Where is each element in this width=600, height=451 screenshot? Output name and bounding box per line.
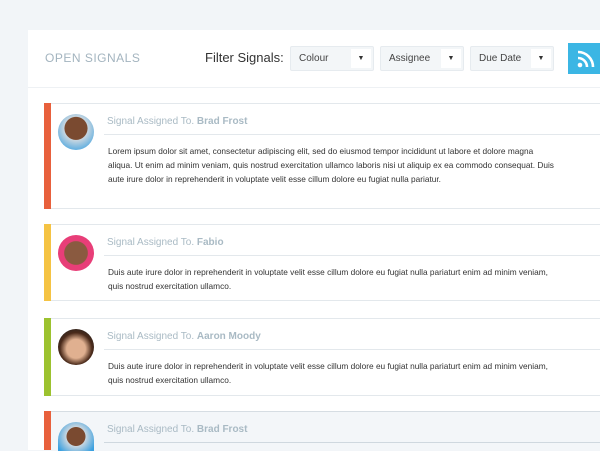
signal-title: Signal Assigned To. Aaron Moody: [107, 331, 261, 342]
avatar: [58, 114, 94, 150]
signal-body: Duis aute irure dolor in reprehenderit i…: [108, 361, 548, 385]
divider: [104, 134, 600, 135]
signal-title: Signal Assigned To. Brad Frost: [107, 424, 248, 435]
header: OPEN SIGNALS Filter Signals: Colour ▼ Ass…: [28, 30, 600, 88]
signal-card[interactable]: Signal Assigned To. Brad Frost: [44, 411, 600, 451]
colour-filter-select[interactable]: Colour ▼: [290, 46, 374, 71]
rss-icon: [577, 50, 595, 68]
select-value: Due Date: [479, 53, 522, 64]
color-bar: [44, 411, 51, 450]
signal-card[interactable]: Signal Assigned To. Aaron Moody Duis aut…: [44, 318, 600, 396]
chevron-down-icon: ▼: [351, 49, 371, 68]
avatar: [58, 235, 94, 271]
divider: [104, 255, 600, 256]
divider: [104, 442, 600, 443]
avatar: [58, 329, 94, 365]
signal-body: Duis aute irure dolor in reprehenderit i…: [108, 267, 548, 291]
signals-panel: OPEN SIGNALS Filter Signals: Colour ▼ Ass…: [28, 30, 600, 451]
avatar: [58, 422, 94, 451]
signal-body: Lorem ipsum dolor sit amet, consectetur …: [108, 146, 554, 184]
signal-card[interactable]: Signal Assigned To. Fabio Duis aute irur…: [44, 224, 600, 301]
signal-card[interactable]: Signal Assigned To. Brad Frost Lorem ips…: [44, 103, 600, 209]
select-value: Colour: [299, 53, 329, 64]
chevron-down-icon: ▼: [441, 49, 461, 68]
divider: [104, 349, 600, 350]
signal-title: Signal Assigned To. Fabio: [107, 237, 224, 248]
color-bar: [44, 103, 51, 209]
signal-title: Signal Assigned To. Brad Frost: [107, 116, 248, 127]
select-value: Assignee: [389, 53, 431, 64]
color-bar: [44, 318, 51, 396]
color-bar: [44, 224, 51, 301]
filter-label: Filter Signals:: [205, 50, 284, 65]
page-title: OPEN SIGNALS: [45, 51, 141, 65]
due-date-filter-select[interactable]: Due Date ▼: [470, 46, 554, 71]
chevron-down-icon: ▼: [531, 49, 551, 68]
assignee-filter-select[interactable]: Assignee ▼: [380, 46, 464, 71]
rss-button[interactable]: [568, 43, 600, 74]
